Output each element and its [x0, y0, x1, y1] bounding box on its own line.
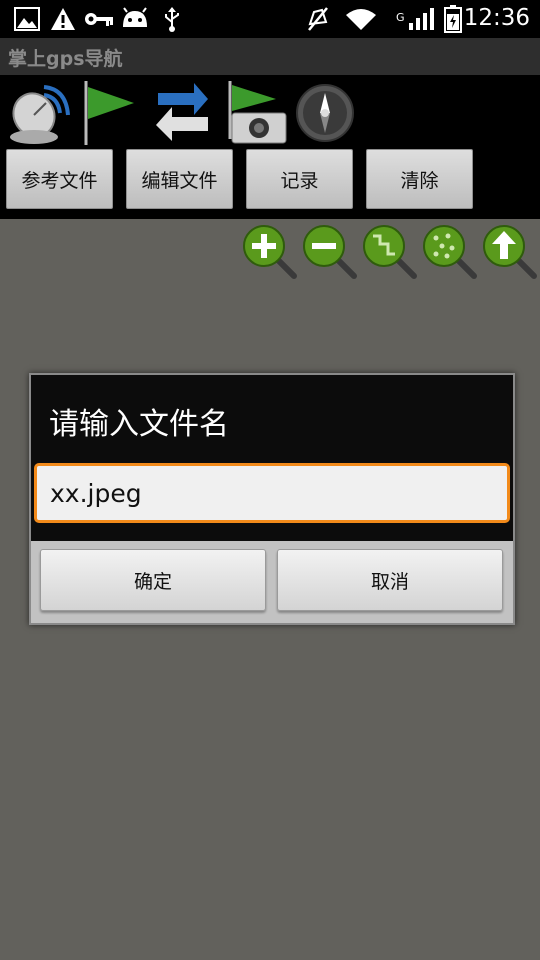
app-title: 掌上gps导航 — [8, 48, 123, 70]
satellite-dish-icon[interactable] — [4, 79, 74, 147]
route-zoom-icon[interactable] — [360, 222, 418, 280]
status-bar: G 12:36 — [0, 0, 540, 38]
battery-icon — [444, 5, 462, 33]
app-title-bar: 掌上gps导航 — [0, 38, 540, 76]
flag-camera-icon[interactable] — [224, 79, 294, 147]
warning-icon — [50, 6, 76, 32]
swap-arrows-icon[interactable] — [148, 79, 218, 147]
network-type-label: G — [396, 10, 405, 24]
usb-icon — [162, 6, 182, 32]
zoom-in-icon[interactable] — [240, 222, 298, 280]
android-icon — [120, 6, 150, 32]
edit-file-button[interactable]: 编辑文件 — [126, 149, 233, 209]
dialog-title: 请输入文件名 — [49, 407, 229, 442]
key-icon — [84, 6, 114, 32]
cancel-button[interactable]: 取消 — [277, 549, 503, 611]
record-button[interactable]: 记录 — [246, 149, 353, 209]
filename-dialog: 请输入文件名 xx.jpeg 确定 取消 — [29, 373, 515, 625]
wifi-icon — [344, 6, 378, 32]
image-icon — [14, 6, 40, 32]
dialog-button-bar: 确定 取消 — [31, 541, 513, 623]
clear-button[interactable]: 清除 — [366, 149, 473, 209]
zoom-out-icon[interactable] — [300, 222, 358, 280]
toolbar: 参考文件 编辑文件 记录 清除 — [0, 75, 540, 219]
filename-input[interactable]: xx.jpeg — [34, 463, 510, 523]
compass-icon[interactable] — [292, 79, 362, 147]
flag-icon[interactable] — [80, 79, 150, 147]
confirm-button[interactable]: 确定 — [40, 549, 266, 611]
signal-icon — [408, 6, 436, 32]
points-zoom-icon[interactable] — [420, 222, 478, 280]
clock: 12:36 — [463, 5, 530, 31]
up-zoom-icon[interactable] — [480, 222, 538, 280]
mute-icon — [306, 6, 330, 32]
reference-file-button[interactable]: 参考文件 — [6, 149, 113, 209]
